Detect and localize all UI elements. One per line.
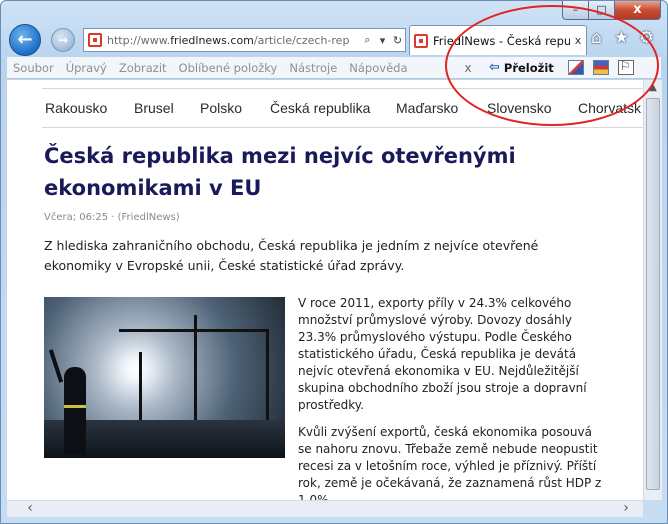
dictionary-icon[interactable] bbox=[592, 60, 609, 75]
refresh-icon[interactable]: ↻ bbox=[390, 34, 405, 47]
translate-label: Přeložit bbox=[503, 60, 554, 75]
article-photo bbox=[44, 297, 285, 458]
menu-nastroje[interactable]: Nástroje bbox=[289, 61, 337, 75]
toolbar-icons: ⌂ ★ ⚙ bbox=[587, 26, 656, 50]
article-byline: Včera; 06:25 · (FriedlNews) bbox=[44, 212, 180, 223]
scroll-left-arrow-icon[interactable]: ‹ bbox=[21, 501, 39, 517]
article-paragraph: Kvůli zvýšení exportů, česká ekonomika p… bbox=[298, 425, 602, 500]
url-text[interactable]: http://www.friedlnews.com/article/czech-… bbox=[107, 34, 360, 47]
tab-close-button[interactable]: x bbox=[570, 34, 586, 47]
site-navigation: Rakousko Brusel Polsko Česká republika M… bbox=[42, 88, 643, 128]
page-viewport: Rakousko Brusel Polsko Česká republika M… bbox=[7, 80, 643, 500]
tab-favicon-icon bbox=[414, 33, 428, 48]
person-silhouette bbox=[64, 367, 86, 455]
vertical-scroll-thumb[interactable] bbox=[646, 98, 660, 490]
menu-upravy[interactable]: Úpravý bbox=[66, 61, 107, 75]
translate-toolbar: x ⇦ Přeložit bbox=[459, 57, 643, 78]
tab-friedlnews[interactable]: FriedlNews - Česká republik... x bbox=[409, 25, 587, 55]
favorites-icon[interactable]: ★ bbox=[612, 26, 631, 50]
minimize-button[interactable]: – bbox=[562, 1, 589, 20]
nav-link-ceska-republika[interactable]: Česká republika bbox=[270, 100, 370, 116]
language-pair-icon[interactable] bbox=[567, 60, 584, 75]
site-favicon-icon bbox=[88, 33, 102, 47]
browser-window: – □ x ← → http://www.friedlnews.com/arti… bbox=[0, 0, 668, 524]
menu-zobrazit[interactable]: Zobrazit bbox=[119, 61, 167, 75]
home-icon[interactable]: ⌂ bbox=[587, 26, 606, 50]
menu-oblibene[interactable]: Oblíbené položky bbox=[179, 61, 278, 75]
article-headline: Česká republika mezi nejvíc otevřenými e… bbox=[44, 144, 516, 200]
article-lead: Z hlediska zahraničního obchodu, Česká r… bbox=[44, 238, 539, 273]
nav-link-polsko[interactable]: Polsko bbox=[200, 100, 242, 116]
tab-title: FriedlNews - Česká republik... bbox=[433, 33, 570, 48]
chevron-down-icon[interactable]: ▾ bbox=[375, 34, 390, 47]
navigation-bar: ← → http://www.friedlnews.com/article/cz… bbox=[7, 23, 661, 57]
person-arm-shape bbox=[48, 349, 64, 383]
nav-link-slovensko[interactable]: Slovensko bbox=[487, 100, 552, 116]
address-bar[interactable]: http://www.friedlnews.com/article/czech-… bbox=[83, 28, 406, 52]
nav-link-brusel[interactable]: Brusel bbox=[134, 100, 174, 116]
article-paragraph: V roce 2011, exporty příly v 24.3% celko… bbox=[298, 296, 587, 412]
scroll-right-arrow-icon[interactable]: › bbox=[617, 501, 635, 517]
nav-link-chorvatsko[interactable]: Chorvatsk bbox=[578, 100, 641, 116]
forward-button[interactable]: → bbox=[51, 28, 75, 52]
translator-settings-icon[interactable] bbox=[617, 59, 634, 75]
vest-stripe bbox=[64, 405, 86, 408]
scroll-up-arrow-icon[interactable]: ▲ bbox=[644, 80, 662, 96]
menu-soubor[interactable]: Soubor bbox=[13, 61, 54, 75]
translate-button[interactable]: ⇦ Přeložit bbox=[489, 60, 554, 75]
nav-link-madarsko[interactable]: Maďarsko bbox=[396, 100, 458, 116]
article-body: V roce 2011, exporty příly v 24.3% celko… bbox=[298, 295, 608, 500]
vertical-scrollbar[interactable]: ▲ bbox=[643, 80, 662, 500]
arrow-left-icon: ⇦ bbox=[489, 60, 500, 75]
maximize-button[interactable]: □ bbox=[589, 1, 615, 20]
toolbar-close-button[interactable]: x bbox=[459, 61, 477, 75]
gear-icon[interactable]: ⚙ bbox=[637, 26, 656, 50]
horizontal-scrollbar[interactable]: ‹ › bbox=[7, 500, 643, 517]
close-window-button[interactable]: x bbox=[615, 1, 661, 20]
article-page: Rakousko Brusel Polsko Česká republika M… bbox=[22, 80, 643, 500]
caption-buttons: – □ x bbox=[562, 1, 661, 20]
back-button[interactable]: ← bbox=[9, 24, 41, 56]
crane-tower-shape bbox=[194, 315, 197, 430]
menu-napoveda[interactable]: Nápověda bbox=[349, 61, 407, 75]
search-icon[interactable]: ⌕ bbox=[360, 33, 375, 47]
menu-bar: Soubor Úpravý Zobrazit Oblíbené položky … bbox=[7, 57, 661, 79]
nav-link-rakousko[interactable]: Rakousko bbox=[45, 100, 107, 116]
